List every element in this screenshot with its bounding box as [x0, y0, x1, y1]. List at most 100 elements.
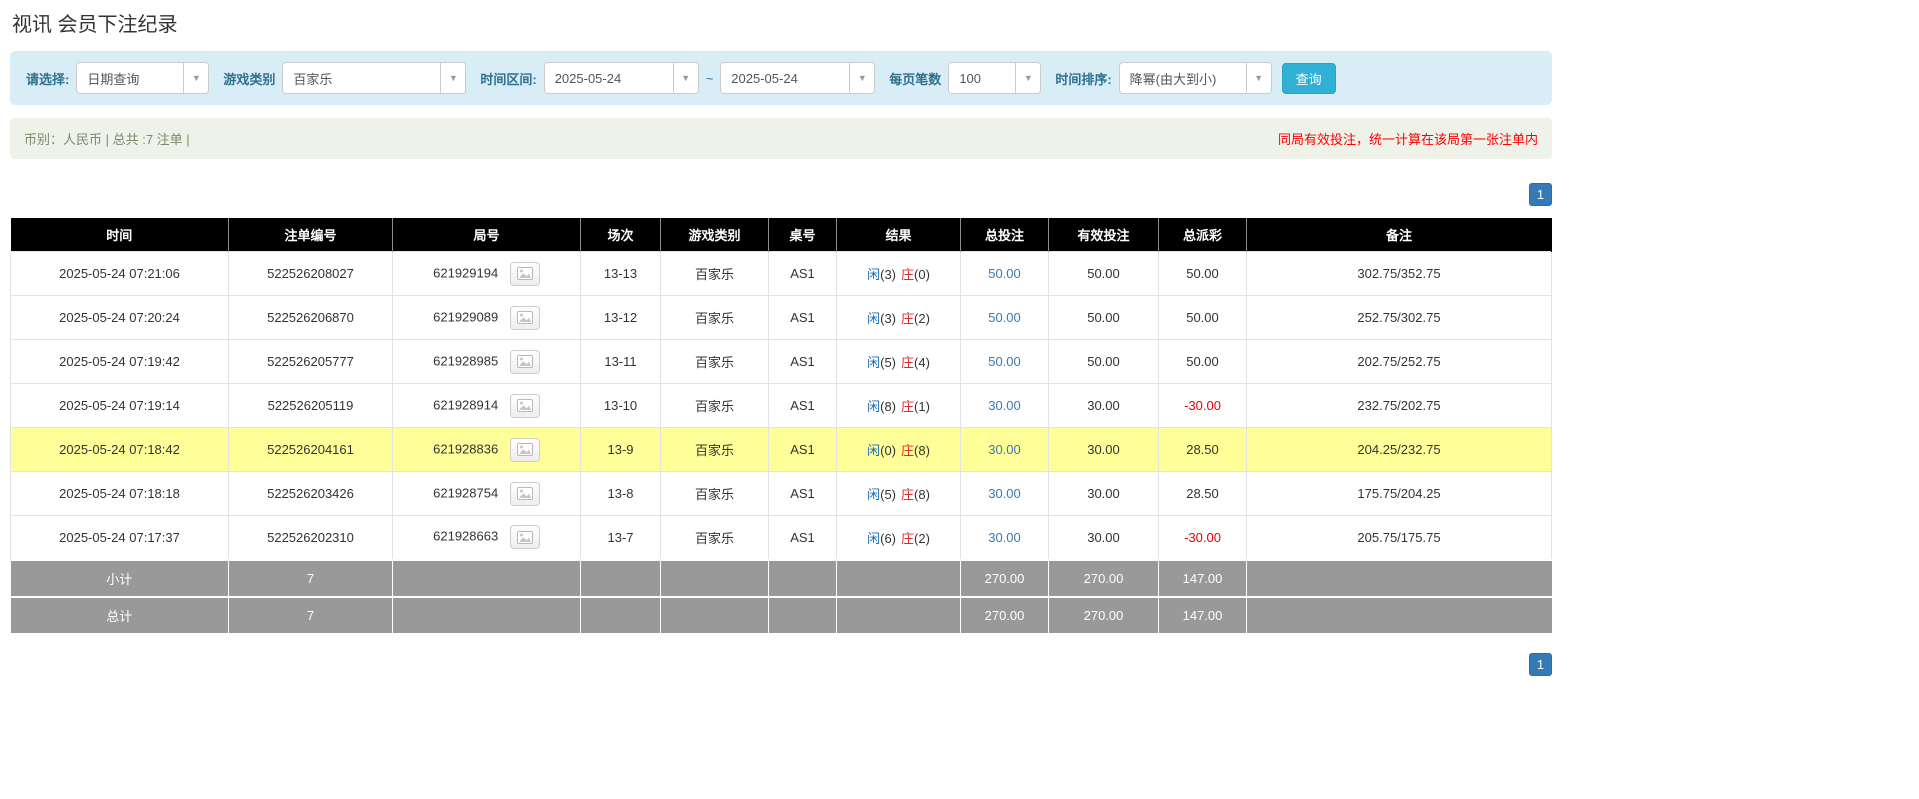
player-result: 闲 — [867, 267, 881, 282]
col-result: 结果 — [836, 218, 961, 252]
total-bet-link[interactable]: 50.00 — [988, 266, 1021, 281]
pagination-bottom: 1 — [10, 652, 1552, 676]
search-button[interactable]: 查询 — [1281, 62, 1336, 94]
cell-result: 闲(5) 庄(4) — [836, 339, 961, 384]
cell-valid-bet: 30.00 — [1048, 427, 1159, 472]
date-to-input[interactable] — [721, 63, 850, 93]
page-size-input[interactable] — [949, 63, 1016, 93]
round-image-button[interactable] — [509, 261, 540, 286]
col-bet-id: 注单编号 — [228, 218, 393, 252]
sort-order-select[interactable]: 降幂(由大到小) ▼ — [1118, 62, 1272, 94]
query-type-select[interactable]: 日期查询 ▼ — [76, 62, 210, 94]
banker-result: 庄 — [901, 355, 915, 370]
total-bet-link[interactable]: 30.00 — [988, 486, 1021, 501]
page-1-button[interactable]: 1 — [1529, 183, 1552, 206]
player-result: 闲 — [867, 355, 881, 370]
cell-session: 13-8 — [580, 471, 661, 516]
cell-time: 2025-05-24 07:19:42 — [10, 339, 229, 384]
total-bet-link[interactable]: 30.00 — [988, 398, 1021, 413]
date-from-input[interactable] — [544, 63, 673, 93]
col-remark: 备注 — [1246, 218, 1552, 252]
cell-bet-id: 522526205119 — [228, 383, 393, 428]
cell-session: 13-9 — [580, 427, 661, 472]
subtotal-payout: 147.00 — [1158, 558, 1247, 597]
cell-session: 13-13 — [580, 251, 661, 296]
cell-payout: -30.00 — [1158, 515, 1247, 560]
total-bet-link[interactable]: 30.00 — [988, 442, 1021, 457]
query-type-value: 日期查询 — [87, 71, 140, 87]
player-result: 闲 — [867, 443, 881, 458]
round-image-button[interactable] — [509, 349, 540, 374]
image-icon — [516, 355, 533, 368]
cell-total-bet: 50.00 — [960, 339, 1049, 384]
cell-time: 2025-05-24 07:20:24 — [10, 295, 229, 340]
cell-bet-id: 522526208027 — [228, 251, 393, 296]
round-number: 621928985 — [433, 352, 499, 368]
cell-valid-bet: 30.00 — [1048, 383, 1159, 428]
cell-round: 621928985 — [392, 339, 581, 384]
cell-time: 2025-05-24 07:19:14 — [10, 383, 229, 428]
cell-result: 闲(5) 庄(8) — [836, 471, 961, 516]
round-image-button[interactable] — [509, 481, 540, 506]
banker-result: 庄 — [901, 267, 915, 282]
chevron-down-icon[interactable]: ▼ — [183, 63, 209, 93]
info-bar: 币别：人民币 | 总共 :7 注单 | 同局有效投注，统一计算在该局第一张注单内 — [10, 118, 1552, 159]
cell-payout: 50.00 — [1158, 251, 1247, 296]
col-payout: 总派彩 — [1158, 218, 1247, 252]
chevron-down-icon[interactable]: ▼ — [1245, 63, 1271, 93]
table-row: 2025-05-24 07:19:42 522526205777 6219289… — [10, 339, 1552, 384]
cell-result: 闲(8) 庄(1) — [836, 383, 961, 428]
image-icon — [516, 530, 533, 544]
cell-bet-id: 522526203426 — [228, 471, 393, 516]
cell-total-bet: 30.00 — [960, 471, 1049, 516]
subtotal-total-bet: 270.00 — [960, 558, 1049, 597]
col-valid-bet: 有效投注 — [1048, 218, 1159, 252]
chevron-down-icon[interactable]: ▼ — [440, 63, 466, 93]
total-bet-link[interactable]: 30.00 — [988, 530, 1021, 545]
cell-table: AS1 — [768, 295, 837, 340]
date-to-picker[interactable]: ▼ — [720, 62, 876, 94]
col-total-bet: 总投注 — [960, 218, 1049, 252]
player-result: 闲 — [867, 311, 881, 326]
game-category-label: 游戏类别 — [223, 71, 276, 87]
subtotal-empty-cell — [836, 558, 961, 597]
notice-text: 同局有效投注，统一计算在该局第一张注单内 — [1277, 132, 1538, 147]
total-empty-cell — [392, 595, 581, 633]
chevron-down-icon[interactable]: ▼ — [672, 63, 698, 93]
round-image-button[interactable] — [509, 305, 540, 330]
round-image-button[interactable] — [509, 437, 540, 462]
cell-session: 13-10 — [580, 383, 661, 428]
game-category-select[interactable]: 百家乐 ▼ — [282, 62, 467, 94]
round-image-button[interactable] — [509, 393, 540, 418]
cell-valid-bet: 30.00 — [1048, 471, 1159, 516]
cell-remark: 302.75/352.75 — [1246, 251, 1552, 296]
cell-valid-bet: 50.00 — [1048, 251, 1159, 296]
pagination-top: 1 — [10, 183, 1552, 206]
round-image-button[interactable] — [509, 525, 540, 550]
cell-result: 闲(0) 庄(8) — [836, 427, 961, 472]
cell-round: 621929089 — [392, 295, 581, 340]
cell-table: AS1 — [768, 339, 837, 384]
table-row: 2025-05-24 07:17:37 522526202310 6219286… — [10, 515, 1552, 560]
cell-total-bet: 30.00 — [960, 427, 1049, 472]
round-number: 621928754 — [433, 484, 499, 500]
date-from-picker[interactable]: ▼ — [543, 62, 699, 94]
col-table: 桌号 — [768, 218, 837, 252]
chevron-down-icon[interactable]: ▼ — [849, 63, 875, 93]
cell-round: 621928663 — [392, 515, 581, 560]
chevron-down-icon[interactable]: ▼ — [1015, 63, 1041, 93]
total-bet-link[interactable]: 50.00 — [988, 354, 1021, 369]
cell-remark: 202.75/252.75 — [1246, 339, 1552, 384]
subtotal-valid-bet: 270.00 — [1048, 558, 1159, 597]
cell-payout: 50.00 — [1158, 295, 1247, 340]
table-row: 2025-05-24 07:21:06 522526208027 6219291… — [10, 251, 1552, 296]
cell-table: AS1 — [768, 427, 837, 472]
round-number: 621928914 — [433, 396, 499, 412]
page-size-select[interactable]: ▼ — [948, 62, 1042, 94]
col-time: 时间 — [10, 218, 229, 252]
image-icon — [516, 399, 533, 412]
cell-round: 621928754 — [392, 471, 581, 516]
cell-game-type: 百家乐 — [660, 339, 769, 384]
page-1-button[interactable]: 1 — [1529, 652, 1552, 676]
total-bet-link[interactable]: 50.00 — [988, 310, 1021, 325]
